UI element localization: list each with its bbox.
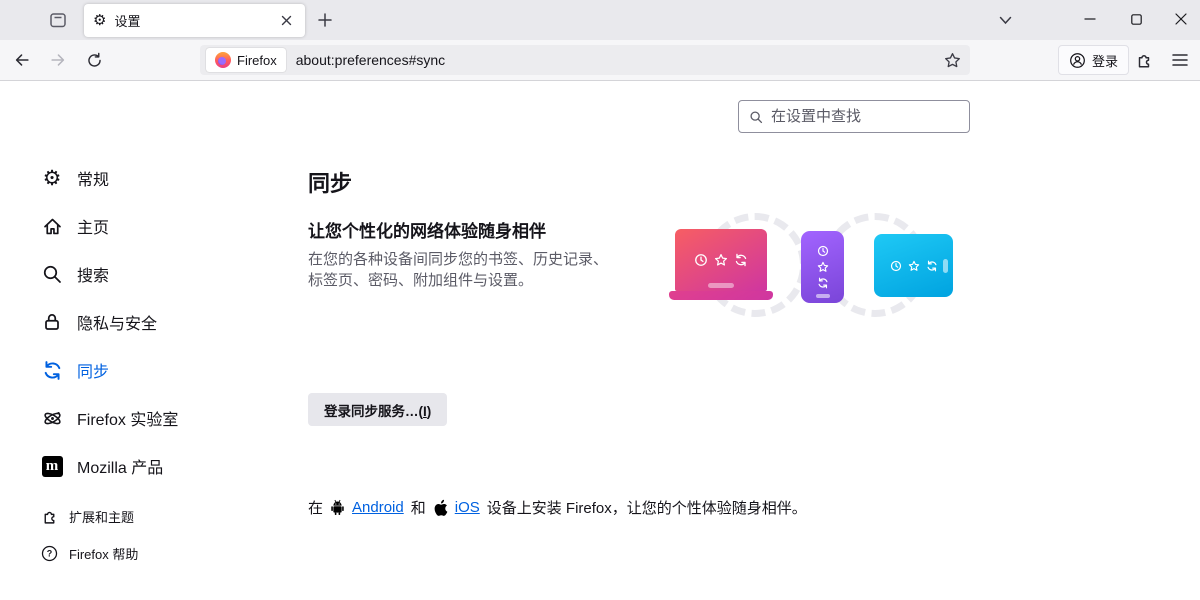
lock-icon <box>40 310 64 334</box>
sync-devices-illustration <box>655 205 975 345</box>
tab-strip: ⚙ 设置 <box>0 0 1200 40</box>
sidebar-item-label: 同步 <box>77 358 109 382</box>
sidebar-item-label: Firefox 实验室 <box>77 406 178 430</box>
sync-description-line2: 标签页、密码、附加组件与设置。 <box>308 272 533 289</box>
refresh-icon <box>734 253 748 267</box>
mozilla-icon: m <box>40 454 64 478</box>
sidebar-item-sync[interactable]: 同步 <box>40 346 270 394</box>
help-icon: ? <box>40 545 58 563</box>
svg-text:?: ? <box>46 549 52 559</box>
login-label: 登录 <box>1092 51 1118 70</box>
extensions-puzzle-icon[interactable] <box>1130 46 1158 74</box>
sidebar-item-label: Firefox 帮助 <box>69 544 138 563</box>
refresh-icon <box>926 260 938 272</box>
tab-settings[interactable]: ⚙ 设置 <box>84 4 305 37</box>
firefox-window: ⚙ 设置 <box>0 0 1200 600</box>
sidebar-item-label: Mozilla 产品 <box>77 454 163 478</box>
gear-icon: ⚙ <box>93 13 106 28</box>
puzzle-icon <box>40 508 58 526</box>
tablet-illustration <box>874 234 953 297</box>
sign-in-sync-button[interactable]: 登录同步服务…(I) <box>308 393 447 426</box>
bookmark-star-icon[interactable] <box>940 48 964 72</box>
laptop-base <box>669 291 773 300</box>
list-all-tabs-chevron-icon[interactable] <box>991 8 1019 32</box>
new-tab-button[interactable] <box>313 8 337 32</box>
window-maximize-button[interactable] <box>1121 5 1151 33</box>
url-text: about:preferences#sync <box>296 52 940 68</box>
sidebar-item-firefox-help[interactable]: ? Firefox 帮助 <box>40 535 270 572</box>
star-icon <box>817 261 829 273</box>
clock-icon <box>817 245 829 257</box>
firefox-view-icon[interactable] <box>46 8 70 32</box>
search-icon <box>40 262 64 286</box>
reload-icon[interactable] <box>80 46 108 74</box>
window-close-button[interactable] <box>1166 5 1196 33</box>
sign-in-label-prefix: 登录同步服务…( <box>324 404 423 419</box>
sidebar-item-home[interactable]: 主页 <box>40 202 270 250</box>
star-icon <box>714 253 728 267</box>
url-bar[interactable]: Firefox about:preferences#sync <box>200 45 970 75</box>
page-title: 同步 <box>308 166 868 198</box>
gear-icon: ⚙ <box>40 166 64 190</box>
clock-icon <box>890 260 902 272</box>
promo-prefix: 在 <box>308 497 323 518</box>
sidebar-item-label: 搜索 <box>77 262 109 286</box>
sidebar-item-search[interactable]: 搜索 <box>40 250 270 298</box>
sidebar-item-mozilla-products[interactable]: m Mozilla 产品 <box>40 442 270 490</box>
sidebar-item-privacy-security[interactable]: 隐私与安全 <box>40 298 270 346</box>
sync-icon <box>40 358 64 382</box>
tab-title: 设置 <box>114 11 276 30</box>
ios-link[interactable]: iOS <box>455 499 480 516</box>
firefox-logo-icon <box>215 52 231 68</box>
sync-description-line1: 在您的各种设备间同步您的书签、历史记录、 <box>308 251 608 268</box>
atom-icon <box>40 406 64 430</box>
tab-close-icon[interactable] <box>276 11 296 31</box>
sidebar-secondary: 扩展和主题 ? Firefox 帮助 <box>40 498 270 572</box>
back-icon[interactable] <box>8 46 36 74</box>
sidebar-item-general[interactable]: ⚙ 常规 <box>40 154 270 202</box>
sidebar-item-label: 隐私与安全 <box>77 310 157 334</box>
account-login-button[interactable]: 登录 <box>1058 45 1129 75</box>
star-icon <box>908 260 920 272</box>
sidebar-item-firefox-labs[interactable]: Firefox 实验室 <box>40 394 270 442</box>
sidebar-item-extensions-themes[interactable]: 扩展和主题 <box>40 498 270 535</box>
sidebar-item-label: 常规 <box>77 166 109 190</box>
identity-chip[interactable]: Firefox <box>206 48 286 72</box>
laptop-illustration <box>675 229 767 291</box>
preferences-page: ⚙ 常规 主页 搜索 <box>0 81 1200 600</box>
apple-icon <box>433 499 448 517</box>
mobile-promo-line: 在 Android 和 <box>308 497 868 518</box>
promo-suffix: 设备上安装 Firefox，让您的个性体验随身相伴。 <box>487 497 807 518</box>
navigation-toolbar: Firefox about:preferences#sync 登录 <box>0 40 1200 81</box>
forward-icon[interactable] <box>44 46 72 74</box>
android-link[interactable]: Android <box>352 499 404 516</box>
sidebar-item-label: 扩展和主题 <box>69 507 134 526</box>
phone-illustration <box>801 231 844 303</box>
promo-middle: 和 <box>411 497 426 518</box>
settings-sidebar: ⚙ 常规 主页 搜索 <box>40 154 270 572</box>
sidebar-item-label: 主页 <box>77 214 109 238</box>
refresh-icon <box>817 277 829 289</box>
sign-in-label-suffix: ) <box>427 404 432 419</box>
hamburger-menu-icon[interactable] <box>1166 46 1194 74</box>
account-icon <box>1069 52 1086 69</box>
identity-label: Firefox <box>237 53 277 68</box>
clock-icon <box>694 253 708 267</box>
window-minimize-button[interactable] <box>1075 5 1105 33</box>
android-icon <box>330 499 345 516</box>
home-icon <box>40 214 64 238</box>
